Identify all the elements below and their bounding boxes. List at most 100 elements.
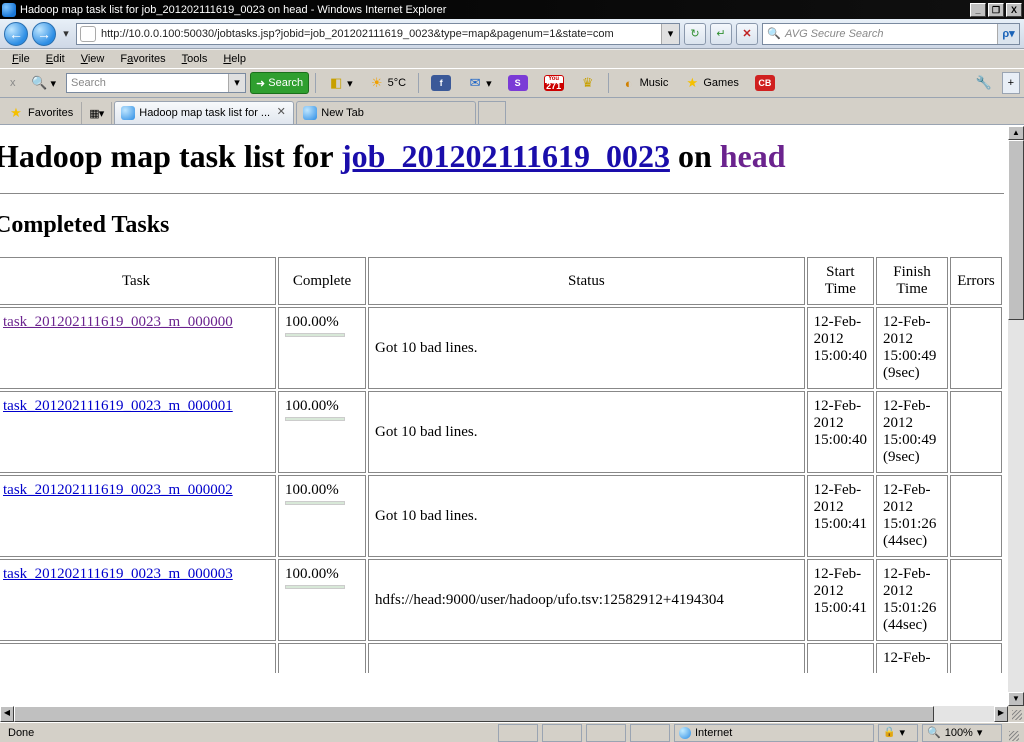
search-box[interactable]: 🔍 AVG Secure Search ρ▾ xyxy=(762,23,1020,45)
progress-bar xyxy=(285,501,345,505)
cell-status: hdfs://head:9000/user/hadoop/ufo.tsv:125… xyxy=(368,559,805,641)
address-bar[interactable]: http://10.0.0.100:50030/jobtasks.jsp?job… xyxy=(76,23,680,45)
toolbar-close-button[interactable]: x xyxy=(4,72,22,94)
vertical-scrollbar[interactable]: ▲ ▼ xyxy=(1008,126,1024,706)
cell-complete: 100.00% xyxy=(278,559,366,641)
restore-button[interactable]: ❐ xyxy=(988,3,1004,17)
weather-temp: 5°C xyxy=(388,77,406,89)
toolbar-weather[interactable]: ☀ 5°C xyxy=(363,72,412,94)
window-titlebar: Hadoop map task list for job_20120211161… xyxy=(0,0,1024,19)
new-tab-button[interactable] xyxy=(478,101,506,124)
tab-1-close[interactable]: ✕ xyxy=(275,107,287,119)
facebook-button[interactable]: f xyxy=(425,72,457,94)
scroll-down-button[interactable]: ▼ xyxy=(1008,692,1024,706)
cell-complete: 100.00% xyxy=(278,475,366,557)
menu-edit[interactable]: Edit xyxy=(38,51,73,67)
favorites-star-icon: ★ xyxy=(8,105,24,121)
menu-favorites[interactable]: Favorites xyxy=(112,51,173,67)
tab-1-title: Hadoop map task list for ... xyxy=(139,107,271,119)
wrench-icon: 🔧 xyxy=(976,75,992,91)
head-link[interactable]: head xyxy=(720,138,786,174)
col-task: Task xyxy=(0,257,276,305)
tab-bar: ★ Favorites ▦▾ Hadoop map task list for … xyxy=(0,98,1024,125)
youtube-count: 271 xyxy=(545,83,563,90)
youtube-icon: You 271 xyxy=(544,75,564,91)
scroll-thumb[interactable] xyxy=(14,706,934,722)
toolbar-search-text[interactable]: Search xyxy=(67,77,228,89)
stop-button[interactable]: ✕ xyxy=(736,23,758,45)
status-text: Done xyxy=(4,724,494,742)
cell-status: Got 10 bad lines. xyxy=(368,475,805,557)
nav-history-dropdown[interactable]: ▾ xyxy=(60,22,72,46)
scroll-track[interactable] xyxy=(14,706,994,722)
cell-finish: 12-Feb-2012 15:00:49 (9sec) xyxy=(876,391,948,473)
cb-button[interactable]: CB xyxy=(749,72,781,94)
add-button[interactable]: + xyxy=(1002,72,1020,94)
favorites-button[interactable]: ★ Favorites xyxy=(0,102,82,124)
menu-tools[interactable]: Tools xyxy=(174,51,216,67)
status-pane-4 xyxy=(630,724,670,742)
complete-value: 100.00% xyxy=(285,482,339,498)
page-body: Hadoop map task list for job_20120211161… xyxy=(0,138,1008,675)
grid-icon: ▦ xyxy=(89,107,98,120)
resize-grip[interactable] xyxy=(1006,724,1020,742)
music-button[interactable]: ◐Music xyxy=(615,72,675,94)
mail-button[interactable]: ✉▾ xyxy=(461,72,498,94)
minimize-button[interactable]: _ xyxy=(970,3,986,17)
scroll-right-button[interactable]: ▶ xyxy=(994,706,1008,722)
skype-button[interactable]: S xyxy=(502,72,534,94)
menu-help[interactable]: Help xyxy=(215,51,254,67)
status-pane-2 xyxy=(542,724,582,742)
section-heading: Completed Tasks xyxy=(0,212,1004,239)
status-pane-3 xyxy=(586,724,626,742)
browser-tab-1[interactable]: Hadoop map task list for ... ✕ xyxy=(114,101,294,124)
job-link[interactable]: job_201202111619_0023 xyxy=(341,138,670,174)
complete-value: 100.00% xyxy=(285,314,339,330)
title-on: on xyxy=(670,138,720,174)
games-button[interactable]: ★Games xyxy=(678,72,744,94)
zone-text: Internet xyxy=(695,727,732,739)
security-zone[interactable]: Internet xyxy=(674,724,874,742)
tools-button[interactable]: 🔧 xyxy=(970,72,998,94)
task-link[interactable]: task_201202111619_0023_m_000002 xyxy=(3,482,233,498)
scroll-up-button[interactable]: ▲ xyxy=(1008,126,1024,140)
mail-icon: ✉ xyxy=(467,75,483,91)
zoom-pane[interactable]: 🔍 100% ▾ xyxy=(922,724,1002,742)
page-viewport[interactable]: Hadoop map task list for job_20120211161… xyxy=(0,126,1008,706)
refresh-button[interactable]: ↻ xyxy=(684,23,706,45)
menu-view[interactable]: View xyxy=(73,51,113,67)
toolbar-popups-button[interactable]: ◧▾ xyxy=(322,72,359,94)
toolbar-search-input[interactable]: Search ▾ xyxy=(66,73,246,93)
task-link[interactable]: task_201202111619_0023_m_000001 xyxy=(3,398,233,414)
task-link[interactable]: task_201202111619_0023_m_000000 xyxy=(3,314,233,330)
toolbar-search-button[interactable]: ➜ Search xyxy=(250,72,309,94)
task-link[interactable]: task_201202111619_0023_m_000003 xyxy=(3,566,233,582)
address-url[interactable]: http://10.0.0.100:50030/jobtasks.jsp?job… xyxy=(99,28,661,40)
cb-icon: CB xyxy=(755,75,775,91)
horizontal-scrollbar[interactable]: ◀ ▶ xyxy=(0,706,1008,722)
crown-button[interactable]: ♛ xyxy=(574,72,602,94)
divider xyxy=(0,193,1004,194)
cell-errors xyxy=(950,559,1002,641)
forward-button[interactable]: → xyxy=(32,22,56,46)
search-go-button[interactable]: ρ▾ xyxy=(997,24,1019,44)
nav-toolbar: ← → ▾ http://10.0.0.100:50030/jobtasks.j… xyxy=(0,19,1024,49)
globe-icon xyxy=(679,727,691,739)
menu-file[interactable]: File xyxy=(4,51,38,67)
extra-toolbar: x 🔍▾ Search ▾ ➜ Search ◧▾ ☀ 5°C f ✉▾ S Y… xyxy=(0,69,1024,98)
address-dropdown[interactable]: ▾ xyxy=(661,24,679,44)
toolbar-search-dropdown[interactable]: ▾ xyxy=(228,74,245,92)
cell-errors xyxy=(950,307,1002,389)
back-button[interactable]: ← xyxy=(4,22,28,46)
close-button[interactable]: X xyxy=(1006,3,1022,17)
stop-icon: ✕ xyxy=(742,27,751,40)
scroll-thumb[interactable] xyxy=(1008,140,1024,320)
scroll-left-button[interactable]: ◀ xyxy=(0,706,14,722)
zoom-value: 100% xyxy=(945,727,973,739)
toolbar-search-logo[interactable]: 🔍▾ xyxy=(26,72,63,94)
quicktabs-button[interactable]: ▦▾ xyxy=(82,102,112,124)
youtube-button[interactable]: You 271 xyxy=(538,72,570,94)
scroll-track[interactable] xyxy=(1008,140,1024,692)
browser-tab-2[interactable]: New Tab xyxy=(296,101,476,124)
go-button[interactable]: ↵ xyxy=(710,23,732,45)
